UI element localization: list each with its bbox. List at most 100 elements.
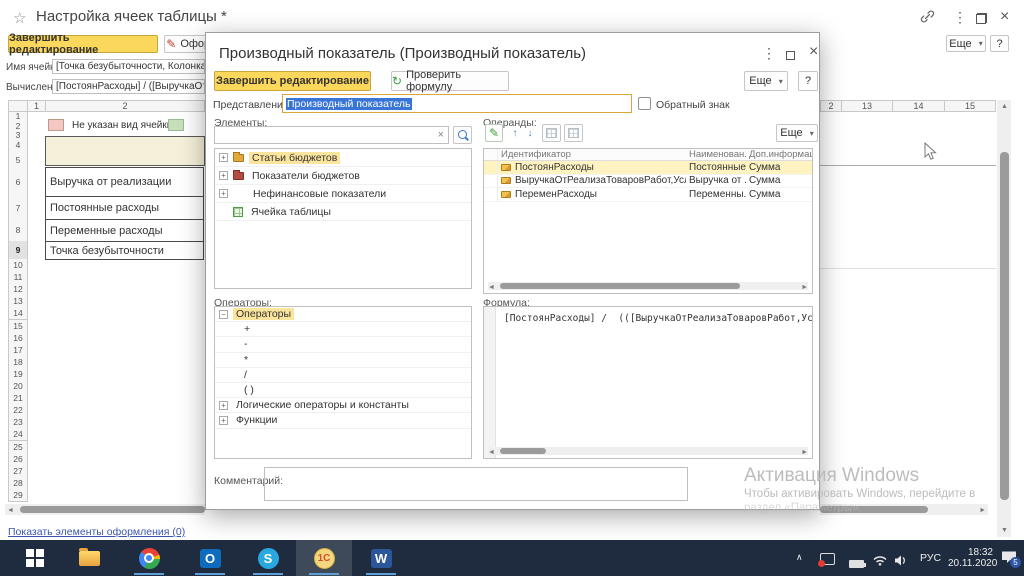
move-down-button[interactable]: ↓: [523, 125, 537, 141]
grid-cell[interactable]: Постоянные расходы: [45, 196, 204, 220]
operand-row[interactable]: ВыручкаОтРеализаТоваровРабот,УслугВыручк…: [484, 175, 812, 189]
grid-col-1[interactable]: 1: [27, 100, 46, 112]
clock[interactable]: 18:32 20.11.2020: [948, 547, 993, 569]
operator-item[interactable]: +Функции: [215, 413, 471, 428]
finish-editing-button[interactable]: Завершить редактирование: [8, 35, 158, 53]
operator-item[interactable]: -: [215, 337, 471, 352]
grid-col-13[interactable]: 13: [841, 100, 893, 112]
check-formula-button[interactable]: ↻ Проверить формулу: [391, 71, 509, 91]
grid-col-15[interactable]: 15: [944, 100, 996, 112]
table-view-button-2[interactable]: [564, 124, 583, 142]
grid-row-header[interactable]: 4: [8, 138, 28, 153]
favorite-star-icon[interactable]: ☆: [13, 9, 26, 27]
scroll-right-icon[interactable]: ►: [801, 449, 808, 456]
inverse-sign-checkbox[interactable]: [638, 97, 651, 110]
tree-item[interactable]: +Статьи бюджетов: [215, 149, 471, 167]
operands-col-info[interactable]: Доп.информаци: [746, 149, 812, 160]
start-button[interactable]: [22, 546, 48, 570]
tree-item[interactable]: Ячейка таблицы: [215, 203, 471, 221]
grid-cell[interactable]: Точка безубыточности: [45, 241, 204, 260]
grid-col-12[interactable]: 2: [820, 100, 842, 112]
scroll-up-icon[interactable]: ▲: [1001, 103, 1008, 110]
tree-item-label: Нефинансовые показатели: [250, 188, 389, 200]
grid-col-2[interactable]: 2: [45, 100, 205, 112]
operands-more-button[interactable]: Еще: [776, 124, 818, 142]
grid-cell[interactable]: Выручка от реализации: [45, 167, 204, 197]
edit-operand-button[interactable]: ✎: [485, 124, 503, 142]
dialog-kebab-icon[interactable]: ⋮: [762, 45, 776, 62]
volume-icon[interactable]: [894, 553, 908, 571]
grid-col-14[interactable]: 14: [892, 100, 945, 112]
representation-label: Представление:: [213, 99, 292, 111]
elements-search-input[interactable]: ×: [214, 126, 449, 144]
operator-item[interactable]: −Операторы: [215, 307, 471, 322]
1c-app-icon[interactable]: 1С: [311, 546, 337, 570]
grid-row-header[interactable]: 29: [8, 489, 28, 502]
grid-row-header[interactable]: 8: [8, 219, 28, 242]
formula-box[interactable]: [ПостоянРасходы] / (([ВыручкаОтРеализаТо…: [483, 306, 813, 459]
operand-row[interactable]: ПеременРасходыПеременны...Сумма: [484, 188, 812, 202]
notification-center-icon[interactable]: 5: [1001, 550, 1017, 569]
check-formula-icon: ↻: [392, 74, 402, 88]
scroll-down-icon[interactable]: ▼: [1001, 527, 1008, 534]
operand-id: ВыручкаОтРеализаТоваровРабот,Услуг: [515, 175, 686, 186]
scroll-left-icon[interactable]: ◄: [7, 507, 14, 514]
restore-window-icon[interactable]: [976, 11, 987, 29]
grid-hscrollbar-right[interactable]: ►: [820, 504, 988, 515]
kebab-menu-icon[interactable]: ⋮: [953, 9, 967, 26]
dialog-finish-button[interactable]: Завершить редактирование: [214, 71, 371, 91]
tray-chevron-icon[interactable]: ∧: [796, 552, 803, 563]
chrome-icon[interactable]: [136, 546, 162, 570]
operands-col-id[interactable]: Идентификатор: [498, 149, 686, 160]
show-format-elements-link[interactable]: Показать элементы оформления (0): [8, 526, 185, 538]
scroll-right-icon[interactable]: ►: [801, 284, 808, 291]
operator-item[interactable]: ( ): [215, 383, 471, 398]
grid-cells: Выручка от реализацииПостоянные расходыП…: [45, 112, 205, 514]
tree-item[interactable]: +Нефинансовые показатели: [215, 185, 471, 203]
wifi-icon[interactable]: [873, 553, 887, 571]
scroll-left-icon[interactable]: ◄: [488, 449, 495, 456]
close-window-icon[interactable]: ×: [1000, 8, 1009, 26]
window-title: Настройка ячеек таблицы *: [36, 8, 227, 25]
grid-row-header[interactable]: 5: [8, 152, 28, 168]
representation-input[interactable]: Производный показатель: [282, 94, 632, 113]
copy-link-icon[interactable]: [920, 9, 935, 27]
explorer-icon[interactable]: [76, 546, 102, 570]
grid-vscrollbar[interactable]: ▲ ▼: [997, 100, 1011, 537]
formula-hscrollbar[interactable]: ◄ ►: [488, 447, 808, 455]
operator-item[interactable]: +Логические операторы и константы: [215, 398, 471, 413]
tree-item[interactable]: +Показатели бюджетов: [215, 167, 471, 185]
dialog-close-icon[interactable]: ×: [809, 43, 818, 61]
grid-cell[interactable]: Переменные расходы: [45, 219, 204, 242]
scroll-left-icon[interactable]: ◄: [488, 284, 495, 291]
grid-row-header[interactable]: 7: [8, 196, 28, 220]
word-icon[interactable]: W: [368, 546, 394, 570]
outlook-icon[interactable]: O: [197, 546, 223, 570]
operands-col-name[interactable]: Наименован..: [686, 149, 746, 160]
dialog-maximize-icon[interactable]: [786, 47, 795, 65]
operand-row[interactable]: ПостоянРасходыПостоянные...Сумма: [484, 161, 812, 175]
language-indicator[interactable]: РУС: [920, 552, 941, 564]
comment-textarea[interactable]: [264, 467, 688, 501]
dialog-more-button[interactable]: Еще: [744, 71, 788, 91]
search-button[interactable]: [453, 126, 472, 144]
tray-capture-icon[interactable]: [820, 552, 835, 570]
operator-item[interactable]: *: [215, 353, 471, 368]
operator-item[interactable]: /: [215, 368, 471, 383]
move-up-button[interactable]: ↑: [508, 125, 522, 141]
clear-search-icon[interactable]: ×: [434, 129, 448, 141]
grid-hscrollbar-left[interactable]: ◄: [5, 504, 205, 515]
calc-input[interactable]: [ПостоянРасходы] / ([ВыручкаОтР: [52, 79, 205, 94]
table-view-button-1[interactable]: [542, 124, 561, 142]
window-help-button[interactable]: ?: [990, 35, 1009, 52]
skype-icon[interactable]: S: [255, 546, 281, 570]
window-more-button[interactable]: Еще: [946, 35, 986, 52]
dialog-help-button[interactable]: ?: [798, 71, 818, 91]
battery-icon[interactable]: [849, 555, 864, 573]
operator-item[interactable]: +: [215, 322, 471, 337]
cell-name-input[interactable]: [Точка безубыточности, Колонка]: [52, 59, 205, 74]
grid-row-header[interactable]: 6: [8, 167, 28, 197]
grid-row-header[interactable]: 9: [8, 241, 28, 260]
operands-hscrollbar[interactable]: ◄ ►: [488, 282, 808, 290]
scroll-right-icon[interactable]: ►: [979, 507, 986, 514]
